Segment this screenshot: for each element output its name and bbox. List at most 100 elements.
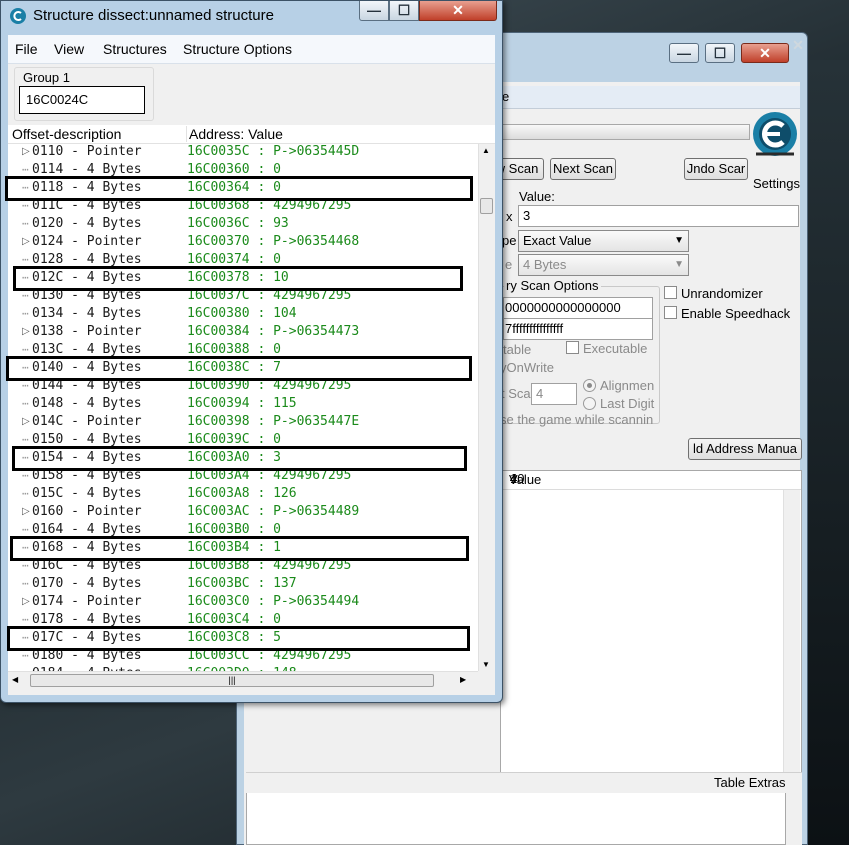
copy-on-write-label-fragment[interactable]: yOnWrite [500,360,554,375]
group-label: Group 1 [23,70,70,85]
highlight-box [5,176,473,201]
column-header: Offset-description Address: Value [8,125,495,144]
scan-type-value: Exact Value [523,233,592,248]
row-address-value: 16C00398 : P->0635447E [187,414,360,429]
table-row[interactable]: ⋯ 0148 - 4 Bytes 16C00394 : 115 [8,395,478,413]
table-row[interactable]: ⋯ 0120 - 4 Bytes 16C0036C : 93 [8,215,478,233]
address-table-area [246,792,802,845]
column-offset-description[interactable]: Offset-description [12,126,121,142]
expand-arrow-icon[interactable]: ▷ [22,413,30,431]
executable-label[interactable]: Executable [583,341,647,356]
close-icon: ✕ [759,45,771,61]
minimize-button[interactable]: — [359,1,389,21]
writable-label-fragment[interactable]: table [503,342,531,357]
menu-bar: File View Structures Structure Options [8,35,495,64]
table-row[interactable]: ▷ 0160 - Pointer 16C003AC : P->06354489 [8,503,478,521]
value-label: Value: [519,189,555,204]
table-row[interactable]: ⋯ 0134 - 4 Bytes 16C00380 : 104 [8,305,478,323]
cheat-engine-logo-icon[interactable] [748,108,802,168]
found-list-scrollbar[interactable] [783,490,800,791]
row-address-value: 16C00384 : P->06354473 [187,324,360,339]
scroll-up-icon[interactable]: ▲ [482,146,490,155]
enable-speedhack-label[interactable]: Enable Speedhack [681,306,790,321]
fast-scan-input[interactable]: 4 [531,383,577,405]
maximize-icon: ☐ [713,45,727,61]
main-maximize-button[interactable]: ☐ [705,43,735,63]
last-digits-label[interactable]: Last Digit [600,396,654,411]
maximize-icon: ☐ [397,2,411,18]
highlight-box [10,536,469,561]
scroll-left-icon[interactable]: ◀ [12,675,18,684]
hscroll-thumb[interactable]: ||| [30,674,434,687]
expand-arrow-icon[interactable]: ▷ [22,233,30,251]
add-address-manually-button[interactable]: ld Address Manua [688,438,802,460]
scan-type-label-fragment: pe [502,233,517,248]
table-row[interactable]: ▷ 014C - Pointer 16C00398 : P->0635447E [8,413,478,431]
scroll-down-icon[interactable]: ▼ [482,660,490,669]
chevron-down-icon: ▼ [674,259,684,270]
highlight-box [6,356,472,381]
group-address-input[interactable]: 16C0024C [19,86,145,114]
pause-game-label-fragment[interactable]: se the game while scannin [500,412,653,427]
scroll-right-icon[interactable]: ▶ [460,675,466,684]
address-table[interactable] [246,792,786,845]
structure-tree[interactable]: ▷ 0110 - Pointer 16C0035C : P->0635445D ⋯ 01… [8,144,478,671]
unrandomizer-label[interactable]: Unrandomizer [681,286,763,301]
next-scan-button[interactable]: Next Scan [550,158,616,180]
close-button[interactable]: ✕ [419,1,497,21]
desktop-dark-strip [805,60,849,845]
value-type-select[interactable]: 4 Bytes ▼ [518,254,689,276]
column-address-value[interactable]: Address: Value [186,126,283,142]
behind-window-close-button[interactable]: ✕ [774,36,822,56]
alignment-radio[interactable] [583,379,596,392]
row-address-value: 16C003BC : 137 [187,576,297,591]
value-input[interactable]: 3 [518,205,799,227]
minimize-icon: — [367,2,381,18]
executable-checkbox[interactable] [566,341,579,354]
table-row[interactable]: ▷ 0110 - Pointer 16C0035C : P->0635445D [8,144,478,161]
row-address-value: 16C00380 : 104 [187,306,297,321]
alignment-label[interactable]: Alignmen [600,378,654,393]
table-row[interactable]: ▷ 0138 - Pointer 16C00384 : P->06354473 [8,323,478,341]
expand-arrow-icon[interactable]: ▷ [22,503,30,521]
table-row[interactable]: ⋯ 015C - 4 Bytes 16C003A8 : 126 [8,485,478,503]
main-minimize-button[interactable]: — [669,43,699,63]
tree-vertical-scrollbar[interactable]: ▲ ▼ [478,144,495,671]
maximize-button[interactable]: ☐ [389,1,419,21]
start-address-input[interactable]: 0000000000000000 [503,297,653,319]
table-row[interactable]: ⋯ 0170 - 4 Bytes 16C003BC : 137 [8,575,478,593]
expand-arrow-icon[interactable]: ▷ [22,593,30,611]
chevron-down-icon: ▼ [674,235,684,246]
table-extras-label[interactable]: Table Extras [714,775,786,790]
menu-structure-options[interactable]: Structure Options [183,41,292,57]
expand-arrow-icon[interactable]: ▷ [22,323,30,341]
fast-scan-label-fragment[interactable]: t Sca [501,386,531,401]
menu-view[interactable]: View [54,41,84,57]
tree-connector-icon: ⋯ [22,217,29,230]
table-row[interactable]: ▷ 0174 - Pointer 16C003C0 : P->06354494 [8,593,478,611]
row-offset-description: 0170 - 4 Bytes [32,576,142,591]
tree-horizontal-scrollbar[interactable]: ◀ ||| ▶ [8,671,478,689]
scan-type-select[interactable]: Exact Value ▼ [518,230,689,252]
stop-address-input[interactable]: 7fffffffffffffff [503,318,653,340]
tree-connector-icon: ⋯ [22,397,29,410]
expand-arrow-icon[interactable]: ▷ [22,144,30,161]
row-offset-description: 015C - 4 Bytes [32,486,142,501]
scroll-thumb[interactable] [480,198,493,214]
table-row[interactable]: ▷ 0124 - Pointer 16C00370 : P->06354468 [8,233,478,251]
found-addresses-list[interactable]: Value 4 4 4 4 10 [500,470,802,792]
scan-progress-bar [500,124,750,140]
enable-speedhack-checkbox[interactable] [664,306,677,319]
highlight-box [12,446,467,471]
settings-label[interactable]: Settings [753,176,800,191]
list-item-value: 10 [510,471,525,486]
unrandomizer-checkbox[interactable] [664,286,677,299]
menu-file[interactable]: File [15,41,38,57]
menu-structures[interactable]: Structures [103,41,167,57]
structure-dissect-window: Structure dissect:unnamed structure — ☐ … [0,0,503,703]
tree-connector-icon: ⋯ [22,577,29,590]
value-type-label-fragment: e [505,257,513,272]
undo-scan-button[interactable]: Jndo Scar [684,158,748,180]
row-address-value: 16C003A8 : 126 [187,486,297,501]
last-digits-radio[interactable] [583,397,596,410]
